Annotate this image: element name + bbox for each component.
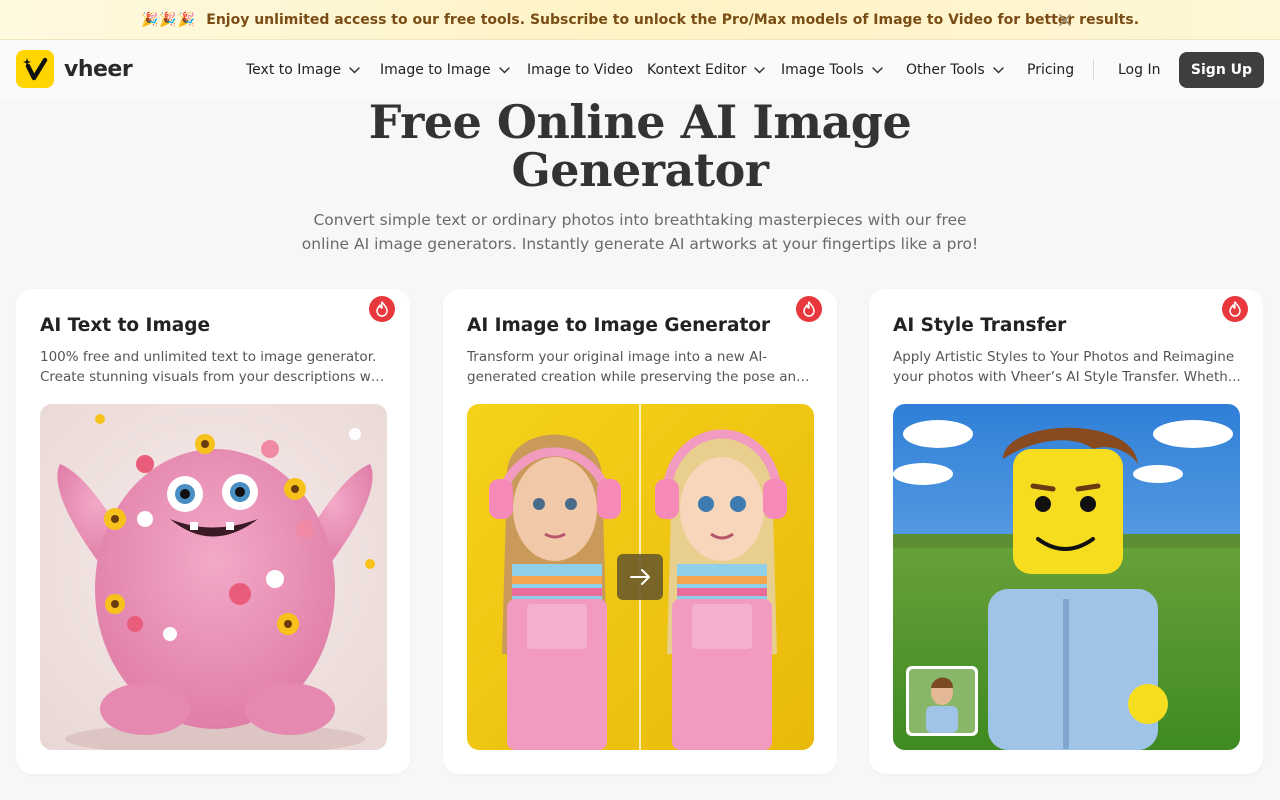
- fire-icon: [1222, 296, 1248, 322]
- chevron-down-icon: [992, 66, 1004, 74]
- card-desc-line: Transform your original image into a new…: [467, 349, 768, 365]
- chevron-down-icon: [349, 66, 360, 74]
- nav-label: Other Tools: [906, 62, 985, 78]
- banner-text: Enjoy unlimited access to our free tools…: [206, 11, 1140, 28]
- nav-label: Pricing: [1027, 62, 1075, 78]
- title-line-2: Generator: [511, 143, 769, 197]
- fire-icon: [796, 296, 822, 322]
- nav-label: Text to Image: [246, 62, 342, 78]
- card-description: 100% free and unlimited text to image ge…: [40, 347, 388, 387]
- login-label: Log In: [1118, 62, 1161, 78]
- nav-divider: [1093, 59, 1094, 81]
- chevron-down-icon: [498, 66, 510, 74]
- card-desc-line: generated creation while preserving the …: [467, 369, 815, 385]
- chevron-down-icon: [754, 66, 766, 74]
- card-image-pink-monster[interactable]: [40, 404, 387, 750]
- promo-banner: 🎉🎉🎉 Enjoy unlimited access to our free t…: [0, 0, 1280, 40]
- nav-image-to-image[interactable]: Image to Image: [380, 60, 510, 80]
- card-desc-line: Create stunning visuals from your descri…: [40, 369, 388, 385]
- nav-label: Image to Image: [380, 62, 491, 78]
- nav-pricing[interactable]: Pricing: [1027, 60, 1074, 80]
- nav-label: Kontext Editor: [647, 62, 747, 78]
- login-link[interactable]: Log In: [1118, 60, 1160, 80]
- fire-icon: [369, 296, 395, 322]
- brand-name: vheer: [64, 56, 133, 82]
- page-title: Free Online AI Image Generator: [340, 98, 940, 194]
- top-nav: vheer Text to Image Image to Image Image…: [0, 40, 1280, 100]
- card-title: AI Style Transfer: [893, 315, 1067, 336]
- tool-card-image-to-image[interactable]: AI Image to Image Generator Transform yo…: [443, 289, 837, 774]
- logo[interactable]: vheer: [16, 50, 133, 88]
- chevron-down-icon: [872, 66, 883, 74]
- tool-card-style-transfer[interactable]: AI Style Transfer Apply Artistic Styles …: [869, 289, 1263, 774]
- card-description: Apply Artistic Styles to Your Photos and…: [893, 347, 1241, 387]
- card-image-lego-man[interactable]: [893, 404, 1240, 750]
- card-desc-line: your photos with Vheer’s AI Style Transf…: [893, 369, 1241, 385]
- nav-kontext-editor[interactable]: Kontext Editor: [647, 60, 766, 80]
- subtitle-line-1: Convert simple text or ordinary photos i…: [313, 211, 967, 229]
- nav-other-tools[interactable]: Other Tools: [906, 60, 1004, 80]
- page-subtitle: Convert simple text or ordinary photos i…: [300, 208, 980, 256]
- card-title: AI Text to Image: [40, 315, 210, 336]
- signup-button[interactable]: Sign Up: [1179, 52, 1264, 88]
- subtitle-line-2: online AI image generators. Instantly ge…: [301, 235, 979, 253]
- card-desc-line: Apply Artistic Styles to Your Photos and…: [893, 349, 1235, 365]
- card-image-before-after-girl[interactable]: [467, 404, 814, 750]
- nav-label: Image Tools: [781, 62, 864, 78]
- nav-image-tools[interactable]: Image Tools: [781, 60, 883, 80]
- logo-mark-icon: [16, 50, 54, 88]
- tool-card-text-to-image[interactable]: AI Text to Image 100% free and unlimited…: [16, 289, 410, 774]
- card-title: AI Image to Image Generator: [467, 315, 771, 336]
- nav-image-to-video[interactable]: Image to Video: [527, 60, 633, 80]
- card-desc-line: 100% free and unlimited text to image ge…: [40, 349, 377, 365]
- party-emoji: 🎉🎉🎉: [140, 11, 197, 28]
- nav-text-to-image[interactable]: Text to Image: [246, 60, 360, 80]
- nav-label: Image to Video: [527, 62, 634, 78]
- close-icon[interactable]: [1055, 10, 1075, 30]
- card-description: Transform your original image into a new…: [467, 347, 815, 387]
- title-line-1: Free Online AI Image: [368, 95, 912, 149]
